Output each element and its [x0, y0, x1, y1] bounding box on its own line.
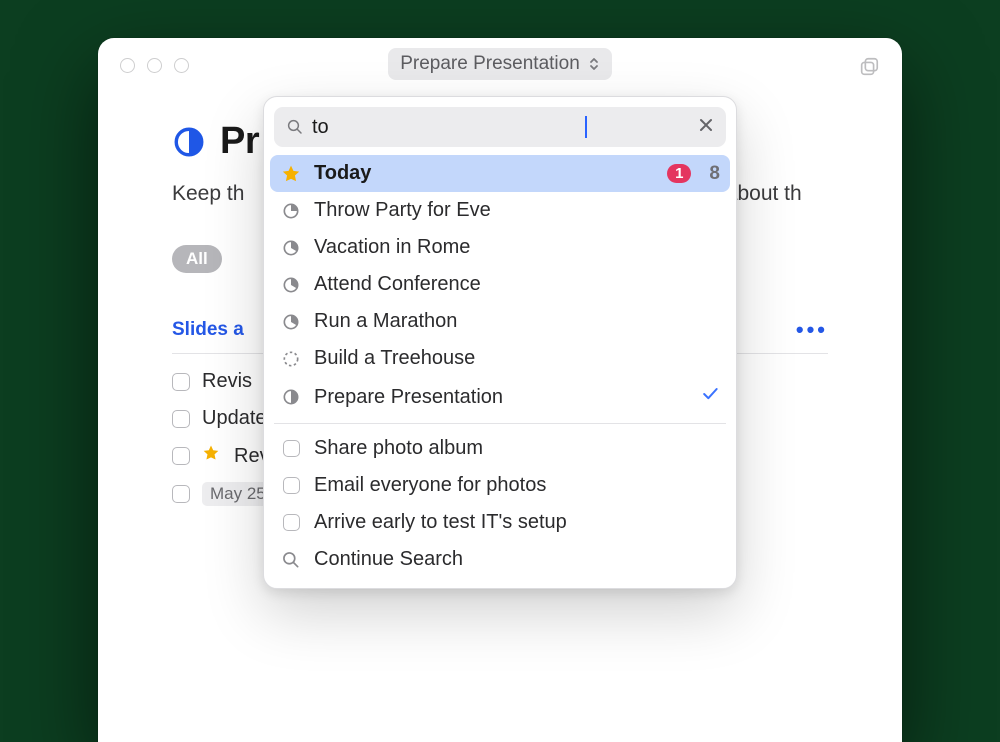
result-project[interactable]: Prepare Presentation	[270, 377, 730, 417]
result-label: Build a Treehouse	[314, 347, 475, 370]
checkbox-icon	[280, 440, 302, 457]
checkbox-icon[interactable]	[172, 410, 190, 428]
search-icon	[280, 550, 302, 570]
result-label: Today	[314, 162, 371, 185]
search-field[interactable]	[274, 107, 726, 147]
result-today[interactable]: Today 1 8	[270, 155, 730, 192]
checkbox-icon	[280, 514, 302, 531]
continue-search[interactable]: Continue Search	[270, 541, 730, 578]
today-badge: 1	[667, 164, 691, 183]
pie-icon	[280, 312, 302, 332]
result-task[interactable]: Email everyone for photos	[270, 467, 730, 504]
checkbox-icon[interactable]	[172, 485, 190, 503]
chevron-up-down-icon	[588, 56, 600, 72]
quick-find-popover: Today 1 8 Throw Party for Eve Vacation i…	[263, 96, 737, 589]
search-icon	[286, 118, 304, 136]
result-label: Vacation in Rome	[314, 236, 470, 259]
pie-dashed-icon	[280, 349, 302, 369]
star-icon	[202, 444, 220, 468]
result-project[interactable]: Run a Marathon	[270, 303, 730, 340]
titlebar: Prepare Presentation	[98, 38, 902, 90]
result-label: Arrive early to test IT's setup	[314, 511, 567, 534]
result-label: Throw Party for Eve	[314, 199, 491, 222]
more-icon[interactable]: •••	[796, 317, 828, 343]
checkbox-icon[interactable]	[172, 373, 190, 391]
result-task[interactable]: Arrive early to test IT's setup	[270, 504, 730, 541]
windows-icon[interactable]	[858, 56, 880, 83]
pie-icon	[280, 238, 302, 258]
traffic-lights[interactable]	[120, 58, 189, 73]
result-label: Attend Conference	[314, 273, 481, 296]
pie-icon	[280, 275, 302, 295]
result-label: Prepare Presentation	[314, 386, 503, 409]
subtitle-fragment-left: Keep th	[172, 182, 244, 205]
todo-label: Revis	[202, 370, 252, 393]
filter-all-pill[interactable]: All	[172, 245, 222, 273]
title-dropdown[interactable]: Prepare Presentation	[388, 48, 612, 80]
text-caret	[585, 116, 587, 138]
project-icon	[172, 125, 206, 159]
result-label: Continue Search	[314, 548, 463, 571]
checkmark-icon	[700, 384, 720, 410]
result-project[interactable]: Throw Party for Eve	[270, 192, 730, 229]
result-label: Run a Marathon	[314, 310, 457, 333]
section-header[interactable]: Slides a	[172, 319, 244, 341]
today-count: 8	[709, 163, 720, 185]
minimize-window-icon[interactable]	[147, 58, 162, 73]
checkbox-icon	[280, 477, 302, 494]
result-project[interactable]: Attend Conference	[270, 266, 730, 303]
star-icon	[280, 164, 302, 184]
close-window-icon[interactable]	[120, 58, 135, 73]
page-title: Pr	[220, 120, 259, 163]
title-label: Prepare Presentation	[400, 53, 580, 75]
pie-icon	[280, 387, 302, 407]
checkbox-icon[interactable]	[172, 447, 190, 465]
result-task[interactable]: Share photo album	[270, 430, 730, 467]
clear-icon[interactable]	[698, 116, 714, 139]
result-label: Share photo album	[314, 437, 483, 460]
search-input[interactable]	[312, 116, 577, 139]
result-project[interactable]: Vacation in Rome	[270, 229, 730, 266]
result-project[interactable]: Build a Treehouse	[270, 340, 730, 377]
divider	[274, 423, 726, 424]
pie-icon	[280, 201, 302, 221]
zoom-window-icon[interactable]	[174, 58, 189, 73]
result-list: Today 1 8 Throw Party for Eve Vacation i…	[264, 155, 736, 588]
result-label: Email everyone for photos	[314, 474, 546, 497]
